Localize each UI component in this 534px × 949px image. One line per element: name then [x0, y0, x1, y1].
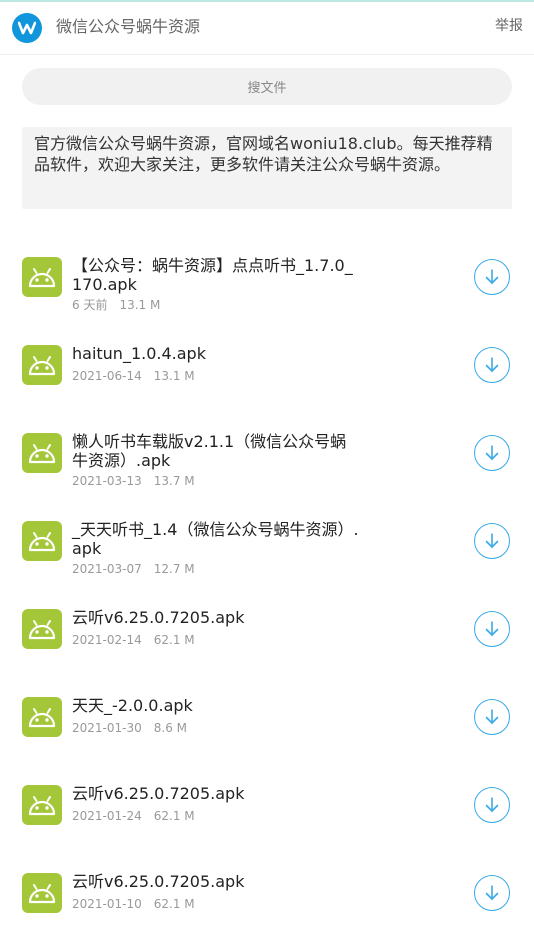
file-row[interactable]: 天天_-2.0.0.apk 2021-01-30 8.6 M — [0, 672, 534, 760]
android-icon — [28, 708, 56, 728]
file-date: 2021-03-07 — [72, 562, 142, 576]
file-date: 2021-06-14 — [72, 369, 142, 383]
android-icon — [28, 268, 56, 288]
file-row[interactable]: 懒人听书车载版v2.1.1（微信公众号蜗牛资源）.apk 2021-03-13 13… — [0, 408, 534, 496]
file-date: 2021-01-24 — [72, 809, 142, 823]
file-size: 13.1 M — [153, 369, 195, 383]
file-meta: 2021-01-24 62.1 M — [72, 808, 195, 824]
download-arrow-icon — [485, 357, 499, 372]
file-date: 2021-02-14 — [72, 633, 142, 647]
file-size: 62.1 M — [153, 633, 195, 647]
file-date: 2021-01-30 — [72, 721, 142, 735]
android-icon — [28, 532, 56, 552]
file-date: 2021-03-13 — [72, 474, 142, 488]
notice-text: 官方微信公众号蜗牛资源，官网域名woniu18.club。每天推荐精品软件，欢迎… — [22, 127, 512, 209]
page-title: 微信公众号蜗牛资源 — [56, 17, 201, 36]
android-icon — [28, 884, 56, 904]
file-name[interactable]: 天天_-2.0.0.apk — [72, 696, 362, 715]
file-size: 12.7 M — [153, 562, 195, 576]
android-icon — [28, 356, 56, 376]
android-app-icon — [22, 433, 62, 473]
file-row[interactable]: haitun_1.0.4.apk 2021-06-14 13.1 M — [0, 320, 534, 408]
file-meta: 2021-03-07 12.7 M — [72, 561, 195, 577]
android-app-icon — [22, 785, 62, 825]
android-app-icon — [22, 345, 62, 385]
file-name[interactable]: 云听v6.25.0.7205.apk — [72, 872, 362, 891]
android-icon — [28, 796, 56, 816]
file-meta: 2021-02-14 62.1 M — [72, 632, 195, 648]
file-meta: 2021-01-30 8.6 M — [72, 720, 187, 736]
download-button[interactable] — [474, 347, 510, 383]
report-link[interactable]: 举报 — [495, 16, 523, 36]
download-arrow-icon — [485, 797, 499, 812]
file-date: 6 天前 — [72, 298, 108, 312]
download-arrow-icon — [485, 269, 499, 284]
download-button[interactable] — [474, 787, 510, 823]
file-meta: 2021-01-10 62.1 M — [72, 896, 195, 912]
file-row[interactable]: 云听v6.25.0.7205.apk 2021-01-10 62.1 M — [0, 848, 534, 936]
file-size: 62.1 M — [153, 809, 195, 823]
file-row[interactable]: 云听v6.25.0.7205.apk 2021-02-14 62.1 M — [0, 584, 534, 672]
header-bar: 微信公众号蜗牛资源 举报 — [0, 2, 534, 55]
download-button[interactable] — [474, 259, 510, 295]
file-row[interactable]: 云听v6.25.0.7205.apk 2021-01-24 62.1 M — [0, 760, 534, 848]
android-app-icon — [22, 257, 62, 297]
download-arrow-icon — [485, 885, 499, 900]
download-button[interactable] — [474, 611, 510, 647]
search-file-input[interactable]: 搜文件 — [22, 68, 512, 105]
logo-w-glyph — [18, 21, 36, 35]
file-size: 13.1 M — [119, 298, 161, 312]
file-meta: 2021-06-14 13.1 M — [72, 368, 195, 384]
file-name[interactable]: _天天听书_1.4（微信公众号蜗牛资源）.apk — [72, 520, 362, 558]
file-name[interactable]: 【公众号：蜗牛资源】点点听书_1.7.0_170.apk — [72, 256, 362, 294]
android-app-icon — [22, 697, 62, 737]
logo-icon — [12, 13, 42, 43]
file-date: 2021-01-10 — [72, 897, 142, 911]
android-app-icon — [22, 609, 62, 649]
download-button[interactable] — [474, 875, 510, 911]
file-size: 13.7 M — [153, 474, 195, 488]
android-icon — [28, 620, 56, 640]
download-button[interactable] — [474, 435, 510, 471]
file-name[interactable]: haitun_1.0.4.apk — [72, 344, 362, 363]
file-size: 62.1 M — [153, 897, 195, 911]
file-size: 8.6 M — [153, 721, 188, 735]
android-icon — [28, 444, 56, 464]
download-arrow-icon — [485, 621, 499, 636]
download-arrow-icon — [485, 709, 499, 724]
android-app-icon — [22, 873, 62, 913]
file-row[interactable]: _天天听书_1.4（微信公众号蜗牛资源）.apk 2021-03-07 12.7 M — [0, 496, 534, 584]
file-meta: 6 天前 13.1 M — [72, 297, 160, 313]
file-name[interactable]: 懒人听书车载版v2.1.1（微信公众号蜗牛资源）.apk — [72, 432, 362, 470]
file-name[interactable]: 云听v6.25.0.7205.apk — [72, 784, 362, 803]
download-arrow-icon — [485, 533, 499, 548]
download-button[interactable] — [474, 523, 510, 559]
file-meta: 2021-03-13 13.7 M — [72, 473, 195, 489]
download-arrow-icon — [485, 445, 499, 460]
android-app-icon — [22, 521, 62, 561]
file-row[interactable]: 【公众号：蜗牛资源】点点听书_1.7.0_170.apk 6 天前 13.1 M — [0, 232, 534, 320]
download-button[interactable] — [474, 699, 510, 735]
file-name[interactable]: 云听v6.25.0.7205.apk — [72, 608, 362, 627]
